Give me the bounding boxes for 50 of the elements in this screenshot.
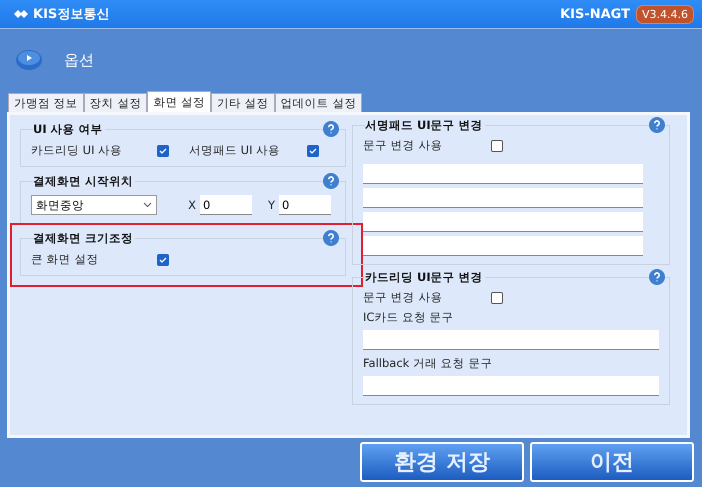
- field-label: IC카드 요청 문구: [363, 310, 455, 325]
- check-icon: [159, 146, 167, 154]
- version-badge: V3.4.4.6: [636, 4, 694, 24]
- tab[interactable]: 가맹점 정보: [8, 93, 84, 112]
- checkbox-label: 서명패드 UI 사용: [189, 143, 282, 158]
- checkbox-label: 큰 화면 설정: [31, 252, 100, 267]
- text-field[interactable]: [363, 236, 643, 256]
- checkbox[interactable]: [491, 292, 503, 304]
- chevron-icon: [143, 202, 152, 208]
- group-title: UI 사용 여부: [33, 122, 105, 136]
- text-field[interactable]: [363, 188, 643, 208]
- checkbox[interactable]: [157, 254, 169, 266]
- group-title: 카드리딩 UI문구 변경: [365, 270, 485, 284]
- group-title: 결제화면 시작위치: [33, 174, 136, 188]
- coordinate-label: Y: [268, 198, 275, 212]
- play-icon: [16, 50, 42, 70]
- coordinate-label: X: [188, 198, 196, 212]
- group-title: 서명패드 UI문구 변경: [365, 118, 485, 132]
- checkbox[interactable]: [157, 144, 169, 156]
- position-select[interactable]: 화면중앙: [31, 195, 158, 215]
- help-icon[interactable]: [649, 269, 665, 285]
- checkbox-label: 카드리딩 UI 사용: [31, 143, 124, 158]
- brand-name: KIS정보통신: [33, 6, 110, 23]
- field-label: Fallback 거래 요청 문구: [363, 356, 494, 371]
- group-title: 결제화면 크기조정: [33, 230, 136, 246]
- text-field[interactable]: [363, 212, 643, 232]
- page-title: 옵션: [64, 50, 94, 70]
- checkbox-label: 문구 변경 사용: [363, 290, 444, 305]
- product-name: KIS-NAGT: [560, 6, 630, 22]
- checkbox-label: 문구 변경 사용: [363, 138, 444, 153]
- coordinate-field[interactable]: 0: [200, 195, 252, 215]
- tab[interactable]: 화면 설정: [147, 91, 211, 112]
- help-icon[interactable]: [649, 117, 665, 133]
- help-icon[interactable]: [323, 121, 339, 137]
- text-field[interactable]: [363, 164, 643, 184]
- text-field[interactable]: [363, 330, 659, 350]
- help-icon[interactable]: [323, 230, 339, 246]
- coordinate-field[interactable]: 0: [279, 195, 331, 215]
- tab[interactable]: 기타 설정: [210, 93, 275, 112]
- action-button[interactable]: 환경 저장: [360, 442, 524, 482]
- tab[interactable]: 업데이트 설정: [274, 93, 362, 112]
- checkbox[interactable]: [307, 144, 319, 156]
- action-button[interactable]: 이전: [530, 442, 694, 482]
- check-icon: [159, 256, 167, 264]
- help-icon[interactable]: [323, 173, 339, 189]
- checkbox[interactable]: [491, 140, 503, 152]
- logo-icon: [14, 9, 28, 19]
- text-field[interactable]: [363, 376, 659, 396]
- check-icon: [309, 146, 317, 154]
- tab[interactable]: 장치 설정: [84, 93, 148, 112]
